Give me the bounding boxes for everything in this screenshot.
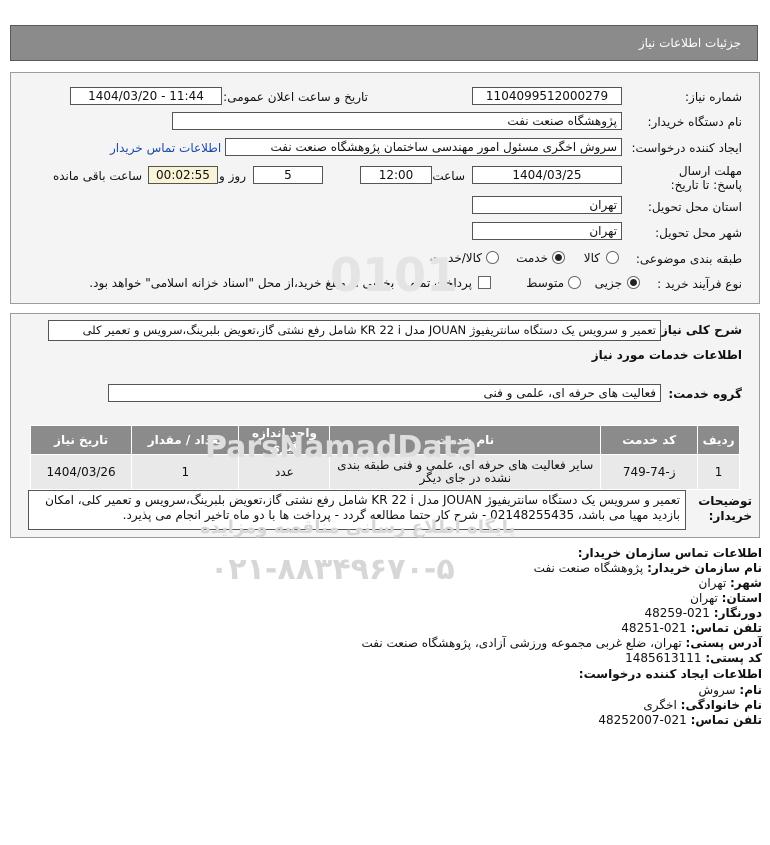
service-group-label: گروه خدمت:	[668, 387, 742, 401]
announce-label: تاریخ و ساعت اعلان عمومی:	[223, 90, 368, 104]
org-label: نام سازمان خریدار:	[647, 561, 762, 575]
buyer-contact-link[interactable]: اطلاعات تماس خریدار	[110, 141, 221, 155]
creator-phone-value: 021-48252007	[598, 713, 687, 727]
services-table-header: ردیف کد خدمت نام خدمت واحد اندازه گیری ت…	[29, 425, 740, 455]
province-label: استان محل تحویل:	[647, 200, 742, 214]
service-group-field: فعالیت های حرفه ای، علمی و فنی	[108, 384, 661, 402]
col-service-name: نام خدمت	[329, 425, 602, 455]
col-need-date: تاریخ نیاز	[29, 425, 133, 455]
name-label: نام:	[739, 683, 762, 697]
col-service-code: کد خدمت	[600, 425, 699, 455]
buyer-notes-label: توضیحات خریدار:	[698, 494, 752, 523]
contact-title: اطلاعات تماس سازمان خریدار:	[577, 546, 762, 560]
buyer-field: پژوهشگاه صنعت نفت	[172, 112, 622, 130]
need-number-label: شماره نیاز:	[685, 90, 742, 104]
category-service-radio[interactable]	[552, 251, 565, 264]
category-goods-service-label: کالا/خدمت	[429, 251, 482, 265]
process-label: نوع فرآیند خرید :	[657, 277, 742, 291]
category-goods-label: کالا	[583, 251, 600, 265]
buyer-label: نام دستگاه خریدار:	[647, 115, 743, 129]
name-value: سروش	[698, 683, 736, 697]
category-label: طبقه بندی موضوعی:	[635, 252, 742, 266]
process-minor-label: جزیی	[594, 276, 622, 290]
remaining-timer: 00:02:55	[148, 166, 218, 184]
treasury-payment-checkbox[interactable]	[478, 276, 491, 289]
fax-value: 021-48259	[644, 606, 710, 620]
row-quantity: 1	[131, 454, 240, 490]
row-need-date: 1404/03/26	[29, 454, 133, 490]
deadline-time-label: ساعت	[432, 169, 465, 183]
table-row: 1 ز-74-749 سایر فعالیت های حرفه ای، علمی…	[29, 454, 740, 490]
org-value: پژوهشگاه صنعت نفت	[533, 561, 644, 575]
need-number-field: 1104099512000279	[472, 87, 622, 105]
postal-label: کد پستی:	[705, 651, 762, 665]
deadline-label: مهلت ارسال پاسخ: تا تاریخ:	[670, 164, 742, 192]
process-medium-label: متوسط	[526, 276, 564, 290]
address-label: آدرس پستی:	[685, 636, 762, 650]
row-service-code: ز-74-749	[600, 454, 699, 490]
col-unit: واحد اندازه گیری	[238, 425, 331, 455]
col-quantity: تعداد / مقدار	[131, 425, 240, 455]
phone-value: 021-48251	[621, 621, 687, 635]
creator-title: اطلاعات ایجاد کننده درخواست:	[578, 667, 762, 681]
creator-phone-label: تلفن تماس:	[690, 713, 762, 727]
page-title: جزئیات اطلاعات نیاز	[638, 36, 741, 50]
col-row: ردیف	[697, 425, 740, 455]
buyer-notes-field: تعمیر و سرویس یک دستگاه سانتریفیوژ JOUAN…	[28, 490, 686, 530]
category-goods-service-radio[interactable]	[486, 251, 499, 264]
contact-province-value: تهران	[690, 591, 718, 605]
creator-field: سروش اخگری مسئول امور مهندسی ساختمان پژو…	[225, 138, 622, 156]
row-service-name: سایر فعالیت های حرفه ای، علمی و فنی طبقه…	[329, 454, 602, 490]
process-medium-radio[interactable]	[568, 276, 581, 289]
services-table: ردیف کد خدمت نام خدمت واحد اندازه گیری ت…	[29, 425, 740, 490]
deadline-time-field: 12:00	[360, 166, 432, 184]
process-minor-radio[interactable]	[627, 276, 640, 289]
province-field: تهران	[472, 196, 622, 214]
city-field: تهران	[472, 222, 622, 240]
remaining-label: ساعت باقی مانده	[52, 169, 142, 183]
category-service-label: خدمت	[516, 251, 548, 265]
contact-city-label: شهر:	[730, 576, 762, 590]
category-goods-radio[interactable]	[606, 251, 619, 264]
deadline-date-field: 1404/03/25	[472, 166, 622, 184]
address-value: تهران، ضلع غربی مجموعه ورزشی آزادی، پژوه…	[361, 636, 682, 650]
page-header: جزئیات اطلاعات نیاز	[10, 25, 758, 61]
summary-label: شرح کلی نیاز:	[656, 323, 742, 337]
phone-label: تلفن تماس:	[690, 621, 762, 635]
family-value: اخگری	[643, 698, 677, 712]
family-label: نام خانوادگی:	[680, 698, 762, 712]
row-unit: عدد	[238, 454, 331, 490]
city-label: شهر محل تحویل:	[655, 226, 742, 240]
days-field: 5	[253, 166, 323, 184]
contact-city-value: تهران	[698, 576, 727, 590]
announce-field: 1404/03/20 - 11:44	[70, 87, 222, 105]
contact-province-label: استان:	[721, 591, 762, 605]
services-title: اطلاعات خدمات مورد نیاز	[591, 348, 742, 362]
treasury-payment-text: پرداخت تمام یا بخشی از مبلغ خرید،از محل …	[89, 276, 472, 290]
fax-label: دورنگار:	[713, 606, 762, 620]
row-index: 1	[697, 454, 740, 490]
days-label: روز و	[219, 169, 246, 183]
watermark-phone: ۰۲۱-۸۸۳۴۹۶۷۰-۵	[210, 552, 455, 587]
creator-label: ایجاد کننده درخواست:	[631, 141, 742, 155]
postal-value: 1485613111	[625, 651, 702, 665]
summary-field: تعمیر و سرویس یک دستگاه سانتریفیوژ JOUAN…	[48, 320, 661, 341]
